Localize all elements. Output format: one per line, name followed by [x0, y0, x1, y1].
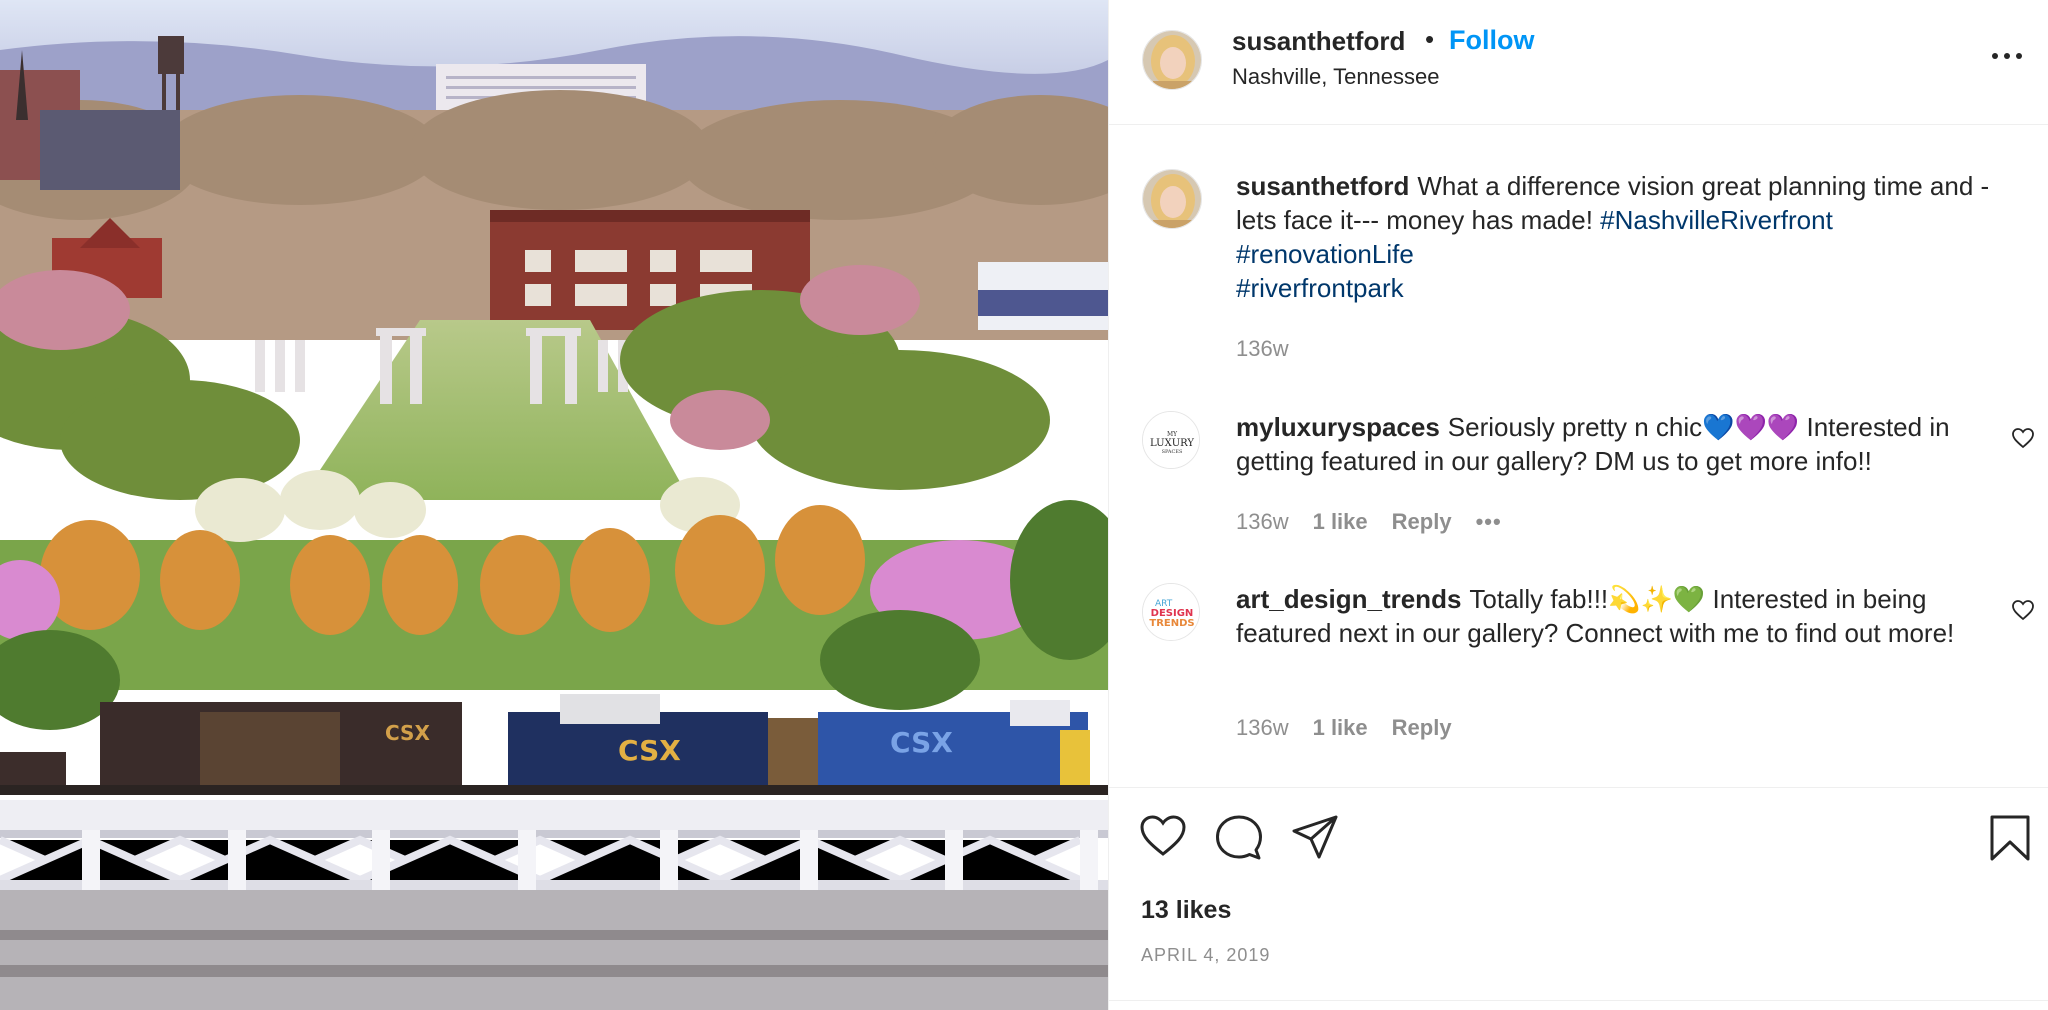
more-options-icon[interactable] [1989, 44, 2025, 68]
comments-section: susanthetford What a difference vision gr… [1109, 125, 2048, 787]
comment-avatar-art_design_trends[interactable]: ART DESIGN TRENDS [1142, 583, 1200, 641]
follow-button[interactable]: Follow [1449, 25, 1534, 56]
comment-icon[interactable] [1215, 814, 1263, 862]
caption-username[interactable]: susanthetford [1236, 171, 1409, 201]
hashtag-riverfrontpark[interactable]: #riverfrontpark [1236, 273, 1404, 303]
post-header: susanthetford • Follow Nashville, Tennes… [1109, 0, 2048, 125]
train-csx-label-2: CSX [890, 726, 953, 759]
comment-age[interactable]: 136w [1236, 715, 1289, 741]
train-csx-label-1: CSX [618, 734, 681, 767]
comment-like-heart-icon[interactable] [2011, 599, 2035, 621]
post-date: APRIL 4, 2019 [1141, 945, 1271, 965]
author-avatar[interactable] [1142, 30, 1202, 90]
comment-likes[interactable]: 1 like [1313, 509, 1368, 535]
comment-meta: 136w 1 like Reply ••• [1236, 509, 1526, 535]
caption-author-avatar[interactable] [1142, 169, 1202, 229]
caption-age[interactable]: 136w [1236, 336, 1289, 362]
share-icon[interactable] [1291, 814, 1339, 860]
avatar-text-trends: TRENDS [1149, 618, 1194, 629]
hashtag-renovationlife[interactable]: #renovationLife [1236, 239, 1414, 269]
separator-dot: • [1425, 24, 1435, 54]
comment-username[interactable]: myluxuryspaces [1236, 412, 1440, 442]
post-details-panel: susanthetford • Follow Nashville, Tennes… [1108, 0, 2048, 1010]
train-csx-label-3: CSX [385, 721, 430, 745]
comment-avatar-myluxuryspaces[interactable]: MY LUXURY SPACES [1142, 411, 1200, 469]
author-username[interactable]: susanthetford [1232, 26, 1405, 57]
comment-likes[interactable]: 1 like [1313, 715, 1368, 741]
comment-meta: 136w 1 like Reply [1236, 715, 1476, 741]
post-photo[interactable]: CSX CSX CSX [0, 0, 1108, 1010]
comment-username[interactable]: art_design_trends [1236, 584, 1461, 614]
comment-more-button[interactable]: ••• [1476, 509, 1502, 535]
avatar-text-spaces: SPACES [1162, 449, 1183, 455]
comment-myluxuryspaces: myluxuryspaces Seriously pretty n chic💙💜💜… [1236, 410, 1996, 478]
divider [1109, 1000, 2048, 1001]
hashtag-nashvilleriverfront[interactable]: #NashvilleRiverfront [1600, 205, 1833, 235]
avatar-text-luxury: LUXURY [1150, 438, 1194, 449]
post-actions: 13 likes APRIL 4, 2019 [1109, 787, 2048, 1010]
likes-count[interactable]: 13 likes [1141, 896, 1231, 925]
reply-button[interactable]: Reply [1392, 509, 1452, 535]
caption-meta: 136w [1236, 336, 1313, 362]
riverfront-park-photo: CSX CSX CSX [0, 0, 1108, 1010]
like-heart-icon[interactable] [1139, 814, 1187, 858]
comment-art_design_trends: art_design_trends Totally fab!!!💫✨💚 Inter… [1236, 582, 1996, 650]
comment-like-heart-icon[interactable] [2011, 427, 2035, 449]
bookmark-icon[interactable] [1989, 814, 2031, 862]
reply-button[interactable]: Reply [1392, 715, 1452, 741]
post-location[interactable]: Nashville, Tennessee [1232, 64, 1440, 90]
caption: susanthetford What a difference vision gr… [1236, 169, 2016, 305]
comment-age[interactable]: 136w [1236, 509, 1289, 535]
avatar-text-my: MY [1167, 431, 1178, 438]
